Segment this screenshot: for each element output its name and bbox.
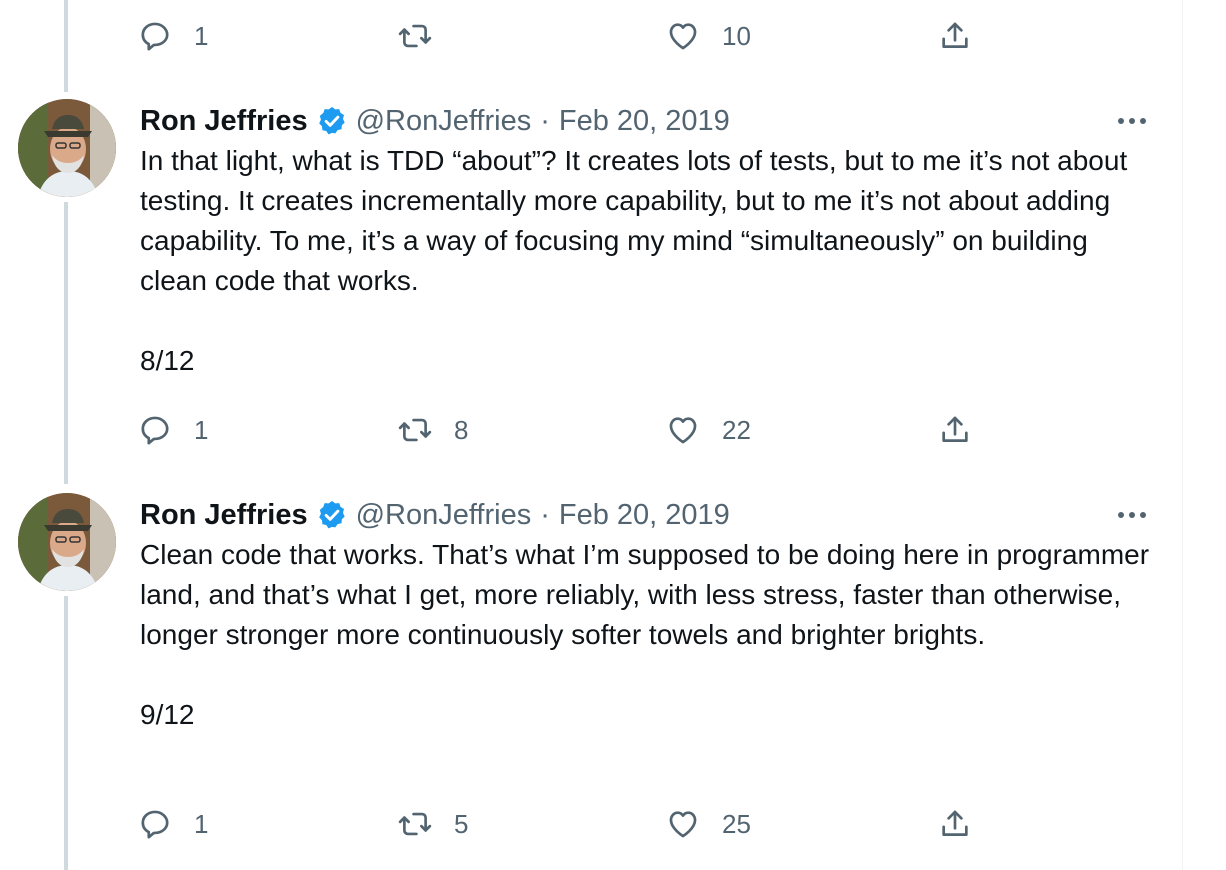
share-button[interactable] — [938, 802, 972, 846]
separator: · — [540, 498, 550, 531]
author-name[interactable]: Ron Jeffries — [140, 499, 308, 532]
tweet-body: Clean code that works. That’s what I’m s… — [140, 539, 1150, 650]
tweet-header: Ron Jeffries @RonJeffries · Feb 20, 2019 — [140, 493, 730, 537]
like-button[interactable]: 10 — [666, 14, 751, 58]
reply-icon — [138, 413, 172, 447]
tweet-actions: 1 10 — [138, 14, 998, 58]
reply-count: 1 — [194, 414, 209, 445]
tweet-body: In that light, what is TDD “about”? It c… — [140, 145, 1128, 296]
retweet-count: 8 — [454, 414, 469, 445]
avatar[interactable] — [18, 99, 116, 197]
separator: · — [540, 104, 550, 137]
column-border — [1182, 0, 1183, 870]
author-handle[interactable]: @RonJeffries — [356, 105, 532, 138]
thread-counter: 8/12 — [140, 345, 195, 376]
reply-count: 1 — [194, 808, 209, 839]
like-icon — [666, 807, 700, 841]
thread-counter: 9/12 — [140, 699, 195, 730]
reply-count: 1 — [194, 20, 209, 51]
retweet-count: 5 — [454, 808, 469, 839]
more-options-button[interactable] — [1110, 497, 1154, 533]
avatar[interactable] — [18, 493, 116, 591]
tweet-date[interactable]: Feb 20, 2019 — [559, 499, 730, 532]
tweet-header: Ron Jeffries @RonJeffries · Feb 20, 2019 — [140, 99, 730, 143]
author-handle[interactable]: @RonJeffries — [356, 499, 532, 532]
tweet-actions: 1 5 25 — [138, 802, 998, 846]
tweet-actions: 1 8 22 — [138, 408, 998, 452]
retweet-button[interactable] — [398, 14, 454, 58]
like-icon — [666, 19, 700, 53]
share-button[interactable] — [938, 14, 972, 58]
reply-button[interactable]: 1 — [138, 408, 208, 452]
like-button[interactable]: 25 — [666, 802, 751, 846]
share-button[interactable] — [938, 408, 972, 452]
thread-line — [64, 0, 68, 92]
retweet-icon — [398, 413, 432, 447]
verified-badge-icon — [316, 499, 348, 531]
tweet-text: In that light, what is TDD “about”? It c… — [140, 141, 1160, 381]
retweet-icon — [398, 19, 432, 53]
like-icon — [666, 413, 700, 447]
retweet-icon — [398, 807, 432, 841]
more-options-button[interactable] — [1110, 103, 1154, 139]
like-button[interactable]: 22 — [666, 408, 751, 452]
more-icon — [1118, 512, 1124, 518]
reply-button[interactable]: 1 — [138, 14, 208, 58]
reply-icon — [138, 807, 172, 841]
share-icon — [938, 807, 972, 841]
verified-badge-icon — [316, 105, 348, 137]
like-count: 22 — [722, 414, 751, 445]
share-icon — [938, 413, 972, 447]
reply-button[interactable]: 1 — [138, 802, 208, 846]
share-icon — [938, 19, 972, 53]
like-count: 10 — [722, 20, 751, 51]
tweet-date[interactable]: Feb 20, 2019 — [559, 105, 730, 138]
like-count: 25 — [722, 808, 751, 839]
tweet-text: Clean code that works. That’s what I’m s… — [140, 535, 1160, 735]
reply-icon — [138, 19, 172, 53]
author-name[interactable]: Ron Jeffries — [140, 105, 308, 138]
more-icon — [1118, 118, 1124, 124]
retweet-button[interactable]: 8 — [398, 408, 468, 452]
retweet-button[interactable]: 5 — [398, 802, 468, 846]
